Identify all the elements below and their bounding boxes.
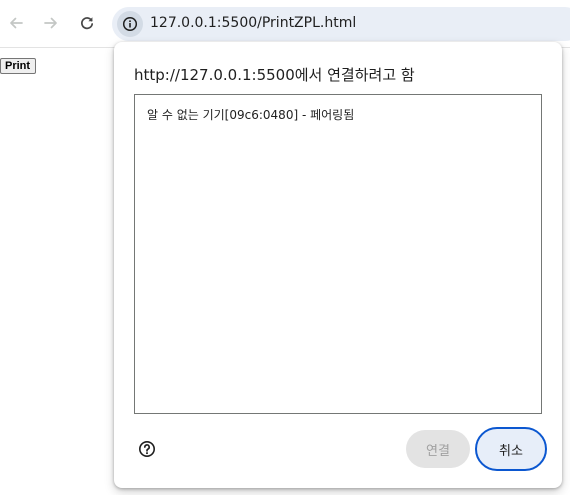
device-list[interactable]: 알 수 없는 기기[09c6:0480] - 페어링됨 <box>134 94 542 414</box>
browser-toolbar: 127.0.0.1:5500/PrintZPL.html <box>0 0 570 48</box>
help-button[interactable] <box>138 440 156 458</box>
forward-button[interactable] <box>37 9 65 37</box>
url-text: 127.0.0.1:5500/PrintZPL.html <box>150 15 357 31</box>
help-icon <box>139 441 155 457</box>
site-info-button[interactable] <box>117 11 143 37</box>
arrow-right-icon <box>44 17 57 29</box>
print-button[interactable]: Print <box>0 58 37 74</box>
connect-button[interactable]: 연결 <box>406 430 470 468</box>
reload-button[interactable] <box>73 9 101 37</box>
arrow-left-icon <box>10 17 23 29</box>
dialog-title: http://127.0.0.1:5500에서 연결하려고 함 <box>134 66 415 84</box>
cancel-button[interactable]: 취소 <box>475 427 547 471</box>
back-button[interactable] <box>2 9 30 37</box>
reload-icon <box>81 17 94 30</box>
device-chooser-dialog: http://127.0.0.1:5500에서 연결하려고 함 알 수 없는 기… <box>114 42 562 488</box>
device-list-item[interactable]: 알 수 없는 기기[09c6:0480] - 페어링됨 <box>147 106 354 123</box>
info-icon <box>122 16 138 32</box>
address-bar[interactable]: 127.0.0.1:5500/PrintZPL.html <box>112 7 570 41</box>
